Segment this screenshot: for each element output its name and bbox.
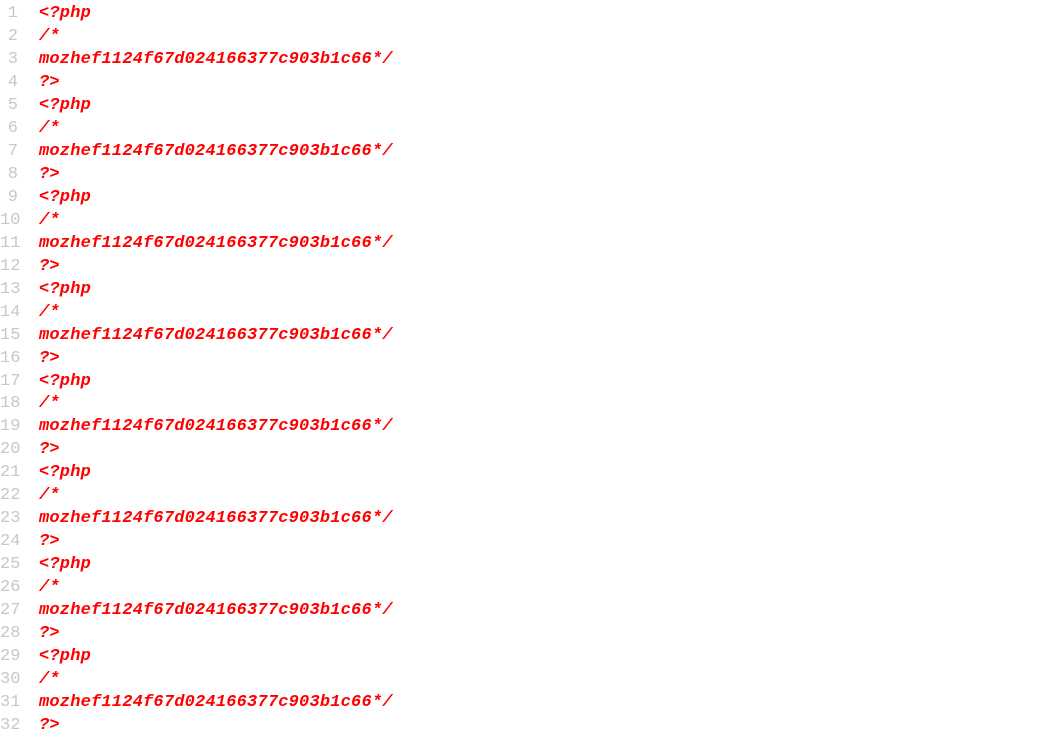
line-number: 20 — [0, 440, 21, 460]
line-text: <?php — [39, 187, 92, 207]
line-number: 2 — [7, 26, 18, 46]
code-line[interactable]: 8 ?> — [0, 164, 1041, 187]
line-number: 30 — [0, 670, 21, 690]
line-number: 4 — [7, 72, 18, 92]
code-line[interactable]: 7 mozhef1124f67d024166377c903b1c66*/ — [0, 141, 1041, 164]
code-line[interactable]: 27 mozhef1124f67d024166377c903b1c66*/ — [0, 600, 1041, 623]
line-text: /* — [39, 302, 60, 322]
line-text: ?> — [39, 72, 60, 92]
code-line[interactable]: 21 <?php — [0, 462, 1041, 485]
line-text: mozhef1124f67d024166377c903b1c66*/ — [39, 141, 393, 161]
line-number: 7 — [7, 141, 18, 161]
code-line[interactable]: 25 <?php — [0, 554, 1041, 577]
line-number: 31 — [0, 693, 21, 713]
line-number: 22 — [0, 486, 21, 506]
code-line[interactable]: 12 ?> — [0, 256, 1041, 279]
line-number: 5 — [7, 95, 18, 115]
line-number: 3 — [7, 49, 18, 69]
code-line[interactable]: 18 /* — [0, 393, 1041, 416]
line-text: /* — [39, 394, 60, 414]
code-line[interactable]: 29 <?php — [0, 646, 1041, 669]
line-number: 25 — [0, 555, 21, 575]
line-text: ?> — [39, 348, 60, 368]
code-line[interactable]: 17 <?php — [0, 371, 1041, 394]
code-line[interactable]: 14 /* — [0, 302, 1041, 325]
line-text: ?> — [39, 532, 60, 552]
line-number: 21 — [0, 463, 21, 483]
line-text: mozhef1124f67d024166377c903b1c66*/ — [39, 417, 393, 437]
line-text: ?> — [39, 716, 60, 736]
code-line[interactable]: 15 mozhef1124f67d024166377c903b1c66*/ — [0, 325, 1041, 348]
line-text: <?php — [39, 463, 92, 483]
line-number: 26 — [0, 578, 21, 598]
line-number: 18 — [0, 394, 21, 414]
code-line[interactable]: 20 ?> — [0, 439, 1041, 462]
code-line[interactable]: 6 /* — [0, 118, 1041, 141]
line-number: 13 — [0, 279, 21, 299]
line-text: /* — [39, 26, 60, 46]
line-number: 16 — [0, 348, 21, 368]
line-text: <?php — [39, 4, 92, 23]
code-line[interactable]: 28 ?> — [0, 623, 1041, 646]
code-line[interactable]: 30 /* — [0, 669, 1041, 692]
line-text: mozhef1124f67d024166377c903b1c66*/ — [39, 325, 393, 345]
line-number: 17 — [0, 371, 21, 391]
code-line[interactable]: 3 mozhef1124f67d024166377c903b1c66*/ — [0, 49, 1041, 72]
line-text: <?php — [39, 647, 92, 667]
line-number: 11 — [0, 233, 21, 253]
code-line[interactable]: 26 /* — [0, 577, 1041, 600]
line-text: mozhef1124f67d024166377c903b1c66*/ — [39, 601, 393, 621]
code-editor[interactable]: 1 <?php 2 /* 3 mozhef1124f67d024166377c903b1c… — [0, 3, 1041, 738]
line-number: 6 — [7, 118, 18, 138]
line-text: /* — [39, 670, 60, 690]
line-number: 14 — [0, 302, 21, 322]
line-number: 15 — [0, 325, 21, 345]
line-text: /* — [39, 210, 60, 230]
line-number: 1 — [7, 4, 18, 23]
code-line[interactable]: 13 <?php — [0, 279, 1041, 302]
code-line[interactable]: 23 mozhef1124f67d024166377c903b1c66*/ — [0, 508, 1041, 531]
code-line[interactable]: 2 /* — [0, 26, 1041, 49]
code-line[interactable]: 1 <?php — [0, 3, 1041, 26]
line-number: 10 — [0, 210, 21, 230]
code-line[interactable]: 16 ?> — [0, 348, 1041, 371]
code-line[interactable]: 4 ?> — [0, 72, 1041, 95]
code-line[interactable]: 10 /* — [0, 210, 1041, 233]
line-number: 28 — [0, 624, 21, 644]
line-text: <?php — [39, 279, 92, 299]
code-line[interactable]: 32 ?> — [0, 715, 1041, 738]
line-number: 8 — [7, 164, 18, 184]
line-text: <?php — [39, 95, 92, 115]
line-number: 23 — [0, 509, 21, 529]
code-line[interactable]: 19 mozhef1124f67d024166377c903b1c66*/ — [0, 416, 1041, 439]
line-text: mozhef1124f67d024166377c903b1c66*/ — [39, 693, 393, 713]
code-line[interactable]: 5 <?php — [0, 95, 1041, 118]
line-number: 32 — [0, 716, 21, 736]
line-text: mozhef1124f67d024166377c903b1c66*/ — [39, 509, 393, 529]
line-text: /* — [39, 578, 60, 598]
code-line[interactable]: 24 ?> — [0, 531, 1041, 554]
code-line[interactable]: 11 mozhef1124f67d024166377c903b1c66*/ — [0, 233, 1041, 256]
code-line[interactable]: 31 mozhef1124f67d024166377c903b1c66*/ — [0, 692, 1041, 715]
line-number: 19 — [0, 417, 21, 437]
line-number: 24 — [0, 532, 21, 552]
code-line[interactable]: 22 /* — [0, 485, 1041, 508]
line-number: 27 — [0, 601, 21, 621]
line-number: 29 — [0, 647, 21, 667]
line-text: mozhef1124f67d024166377c903b1c66*/ — [39, 233, 393, 253]
line-text: mozhef1124f67d024166377c903b1c66*/ — [39, 49, 393, 69]
line-text: <?php — [39, 371, 92, 391]
line-number: 9 — [7, 187, 18, 207]
line-text: /* — [39, 118, 60, 138]
line-text: /* — [39, 486, 60, 506]
line-text: ?> — [39, 440, 60, 460]
line-text: ?> — [39, 624, 60, 644]
line-text: ?> — [39, 164, 60, 184]
line-text: <?php — [39, 555, 92, 575]
line-number: 12 — [0, 256, 21, 276]
line-text: ?> — [39, 256, 60, 276]
code-line[interactable]: 9 <?php — [0, 187, 1041, 210]
